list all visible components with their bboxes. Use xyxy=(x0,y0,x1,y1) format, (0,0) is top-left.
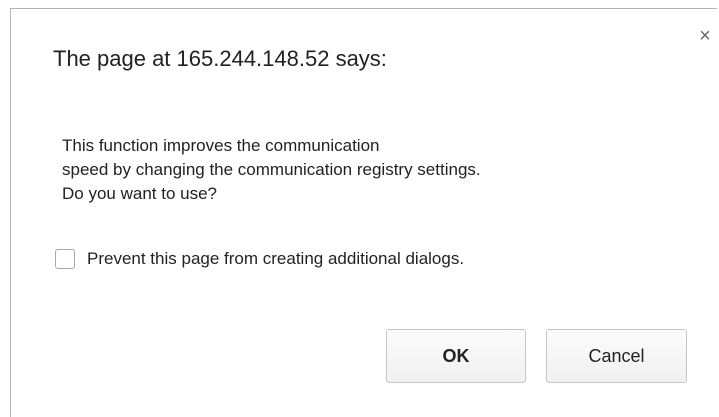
cancel-button[interactable]: Cancel xyxy=(546,329,687,383)
message-line: Do you want to use? xyxy=(62,184,217,203)
prevent-dialogs-label[interactable]: Prevent this page from creating addition… xyxy=(87,249,464,269)
message-line: This function improves the communication xyxy=(62,136,380,155)
close-icon[interactable]: × xyxy=(696,26,714,46)
prevent-dialogs-option[interactable]: Prevent this page from creating addition… xyxy=(55,249,464,269)
dialog-message: This function improves the communication… xyxy=(62,134,481,206)
dialog-title: The page at 165.244.148.52 says: xyxy=(53,46,387,71)
javascript-confirm-dialog: The page at 165.244.148.52 says: × This … xyxy=(10,8,717,417)
ok-button[interactable]: OK xyxy=(386,329,526,383)
message-line: speed by changing the communication regi… xyxy=(62,160,481,179)
prevent-dialogs-checkbox[interactable] xyxy=(55,249,75,269)
